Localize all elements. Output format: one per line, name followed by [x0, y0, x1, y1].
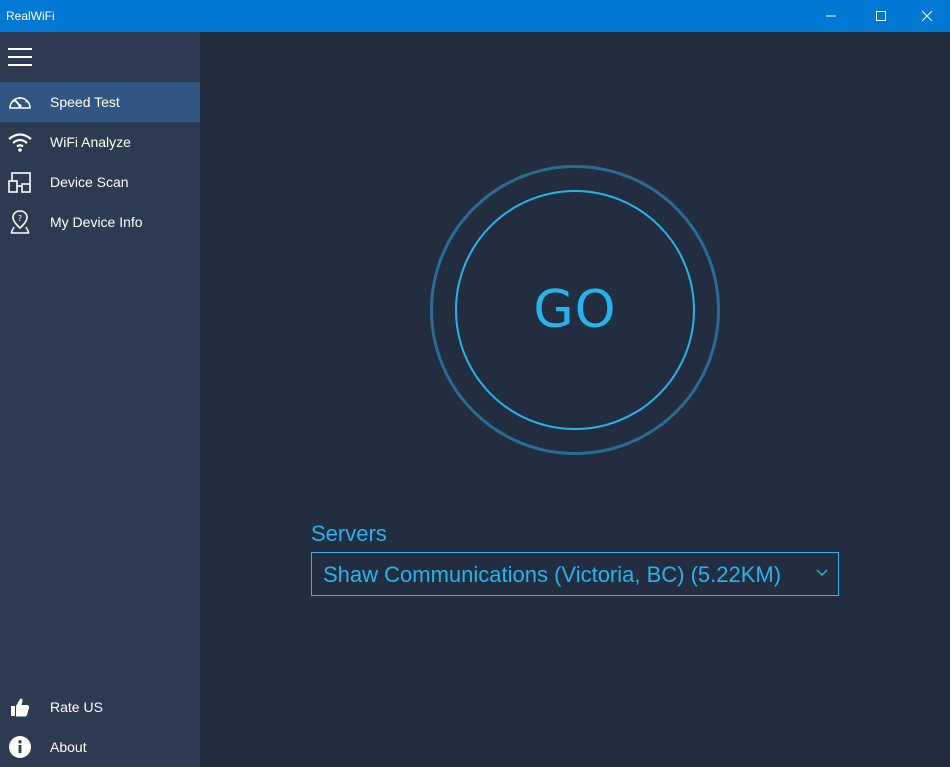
- go-button[interactable]: GO: [455, 190, 695, 430]
- sidebar-item-label: WiFi Analyze: [50, 134, 131, 150]
- sidebar: Speed Test WiFi Analyze Device Scan: [0, 32, 200, 767]
- info-icon: [8, 736, 32, 758]
- server-dropdown[interactable]: Shaw Communications (Victoria, BC) (5.22…: [311, 552, 839, 596]
- close-button[interactable]: [904, 0, 950, 32]
- sidebar-item-label: Rate US: [50, 699, 103, 715]
- hamburger-menu-button[interactable]: [8, 48, 32, 66]
- chevron-down-icon: [815, 566, 829, 580]
- hamburger-menu-icon: [8, 48, 32, 50]
- sidebar-item-wifi-analyze[interactable]: WiFi Analyze: [0, 122, 200, 162]
- minimize-icon: [825, 10, 837, 22]
- sidebar-item-my-device-info[interactable]: ? My Device Info: [0, 202, 200, 242]
- servers-label: Servers: [311, 521, 387, 547]
- sidebar-item-label: My Device Info: [50, 214, 143, 230]
- sidebar-item-speed-test[interactable]: Speed Test: [0, 82, 200, 122]
- devices-icon: [8, 171, 32, 193]
- sidebar-item-about[interactable]: About: [0, 727, 200, 767]
- sidebar-item-label: Speed Test: [50, 94, 120, 110]
- main-content: GO Servers Shaw Communications (Victoria…: [200, 32, 950, 767]
- svg-text:?: ?: [18, 214, 22, 223]
- wifi-icon: [8, 131, 32, 153]
- go-label: GO: [533, 280, 616, 340]
- minimize-button[interactable]: [808, 0, 854, 32]
- maximize-icon: [875, 10, 887, 22]
- thumbs-up-icon: [8, 696, 32, 718]
- location-pin-icon: ?: [8, 211, 32, 233]
- close-icon: [921, 10, 933, 22]
- sidebar-item-label: Device Scan: [50, 174, 129, 190]
- sidebar-item-label: About: [50, 739, 87, 755]
- speedometer-icon: [8, 91, 32, 113]
- maximize-button[interactable]: [858, 0, 904, 32]
- sidebar-item-rate-us[interactable]: Rate US: [0, 687, 200, 727]
- window-title: RealWiFi: [6, 9, 55, 23]
- title-bar: RealWiFi: [0, 0, 950, 32]
- sidebar-item-device-scan[interactable]: Device Scan: [0, 162, 200, 202]
- server-selected-value: Shaw Communications (Victoria, BC) (5.22…: [323, 562, 781, 588]
